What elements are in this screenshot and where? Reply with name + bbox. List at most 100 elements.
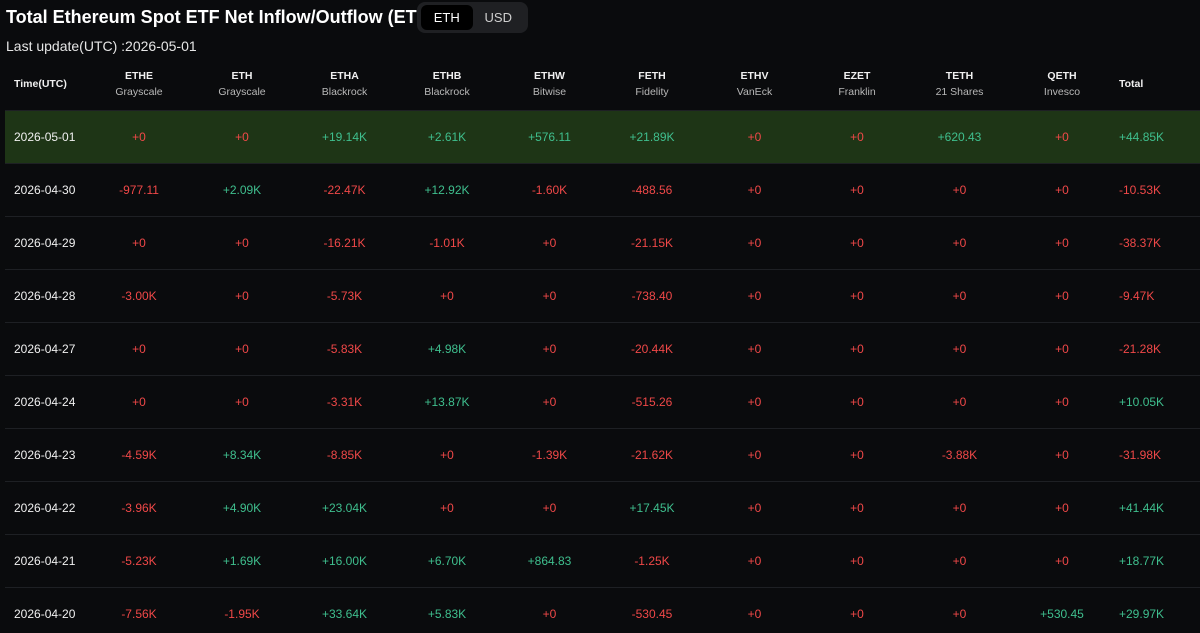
flow-value: +0 <box>542 288 557 303</box>
flow-value: -1.25K <box>634 553 670 568</box>
flow-value: +0 <box>747 394 762 409</box>
flow-value: +0 <box>1055 394 1069 409</box>
table-row[interactable]: 2026-04-30 -977.11 +2.09K -22.47K +12.92K -1.… <box>5 163 1200 216</box>
column-code: ETH <box>231 69 253 82</box>
row-total: +18.77K <box>1119 553 1165 568</box>
flow-value: +0 <box>952 606 967 621</box>
flow-value: +0 <box>235 341 249 356</box>
flow-value: +0 <box>235 288 249 303</box>
flow-value: -16.21K <box>323 235 366 250</box>
column-header-teth: TETH 21 Shares <box>908 58 1011 111</box>
page-header: Total Ethereum Spot ETF Net Inflow/Outfl… <box>0 0 1200 58</box>
table-row[interactable]: 2026-04-27 +0 +0 -5.83K +4.98K +0 -20.44K +0 +0 +… <box>5 322 1200 375</box>
last-update-text: Last update(UTC) :2026-05-01 <box>6 38 197 54</box>
row-date: 2026-04-21 <box>14 553 76 568</box>
toggle-eth-button[interactable]: ETH <box>421 5 473 30</box>
flow-value: +0 <box>952 235 967 250</box>
table-row[interactable]: 2026-04-28 -3.00K +0 -5.73K +0 +0 -738.40 +0 +0 +… <box>5 269 1200 322</box>
column-code: QETH <box>1047 69 1077 82</box>
flow-value: +530.45 <box>1040 606 1084 621</box>
column-code: ETHV <box>740 69 769 82</box>
row-total: +10.05K <box>1119 394 1165 409</box>
flow-value: +0 <box>1055 447 1069 462</box>
column-issuer: VanEck <box>736 85 773 98</box>
table-row[interactable]: 2026-04-29 +0 +0 -16.21K -1.01K +0 -21.15K +0 +0… <box>5 216 1200 269</box>
flow-value: +0 <box>747 288 762 303</box>
flow-value: +0 <box>1055 182 1069 197</box>
table-header-row: Time(UTC) ETHE Grayscale ETH Grayscale ETHA Bl… <box>5 58 1200 111</box>
flow-value: +0 <box>542 394 557 409</box>
flow-value: -738.40 <box>631 288 673 303</box>
flow-value: +33.64K <box>321 606 368 621</box>
flow-value: +0 <box>542 500 557 515</box>
column-code: ETHA <box>330 69 359 82</box>
flow-value: -3.88K <box>941 447 978 462</box>
flow-value: +0 <box>132 235 146 250</box>
flow-value: +0 <box>1055 553 1069 568</box>
page-title: Total Ethereum Spot ETF Net Inflow/Outfl… <box>6 7 436 27</box>
flow-value: +2.61K <box>427 129 467 144</box>
table-row[interactable]: 2026-04-22 -3.96K +4.90K +23.04K +0 +0 +17.45K… <box>5 481 1200 534</box>
toggle-usd-button[interactable]: USD <box>473 5 525 30</box>
flow-value: -3.00K <box>121 288 157 303</box>
flow-value: +0 <box>952 341 967 356</box>
flow-value: +576.11 <box>528 129 571 144</box>
row-date: 2026-04-29 <box>14 235 76 250</box>
column-header-ezet: EZET Franklin <box>806 58 908 111</box>
column-header-ethv: ETHV VanEck <box>703 58 806 111</box>
flow-value: -5.23K <box>121 553 157 568</box>
table-row[interactable]: 2026-04-20 -7.56K -1.95K +33.64K +5.83K +0 -53… <box>5 587 1200 633</box>
table-row[interactable]: 2026-04-21 -5.23K +1.69K +16.00K +6.70K +864.… <box>5 534 1200 587</box>
flow-value: +0 <box>850 129 864 144</box>
etf-flow-table-container[interactable]: Time(UTC) ETHE Grayscale ETH Grayscale ETHA Bl… <box>5 58 1200 633</box>
flow-value: +0 <box>747 182 762 197</box>
flow-value: -977.11 <box>119 182 159 197</box>
flow-value: +0 <box>1055 341 1069 356</box>
column-issuer: Blackrock <box>321 85 368 98</box>
column-header-ethe: ETHE Grayscale <box>87 58 191 111</box>
row-total: -38.37K <box>1119 235 1162 250</box>
column-header-total: Total <box>1113 58 1200 111</box>
flow-value: +0 <box>952 553 967 568</box>
table-row[interactable]: 2026-04-24 +0 +0 -3.31K +13.87K +0 -515.26 +0 +0… <box>5 375 1200 428</box>
flow-value: +0 <box>235 129 249 144</box>
flow-value: +0 <box>440 447 454 462</box>
flow-value: +0 <box>850 606 864 621</box>
row-date: 2026-04-24 <box>14 394 76 409</box>
column-issuer: Fidelity <box>635 85 669 98</box>
flow-value: +0 <box>850 341 864 356</box>
row-total: +44.85K <box>1119 129 1165 144</box>
flow-value: +0 <box>542 341 557 356</box>
column-header-qeth: QETH Invesco <box>1011 58 1113 111</box>
row-date: 2026-04-30 <box>14 182 76 197</box>
flow-value: +0 <box>850 394 864 409</box>
column-issuer: Franklin <box>838 85 876 98</box>
currency-toggle: ETH USD <box>417 2 528 33</box>
flow-value: +0 <box>850 235 864 250</box>
flow-value: -1.95K <box>224 606 260 621</box>
table-row[interactable]: 2026-04-23 -4.59K +8.34K -8.85K +0 -1.39K -21.… <box>5 428 1200 481</box>
column-code: ETHW <box>534 69 565 82</box>
table-body: 2026-05-01 +0 +0 +19.14K +2.61K +576.11 +21.89… <box>5 110 1200 633</box>
row-total: +29.97K <box>1119 606 1165 621</box>
flow-value: +0 <box>235 394 249 409</box>
flow-value: -1.39K <box>531 447 568 462</box>
flow-value: +0 <box>132 394 146 409</box>
flow-value: -7.56K <box>121 606 157 621</box>
column-code: Total <box>1119 77 1144 90</box>
column-code: ETHB <box>432 69 462 82</box>
row-date: 2026-04-20 <box>14 606 76 621</box>
flow-value: -1.60K <box>531 182 568 197</box>
flow-value: +17.45K <box>629 500 675 515</box>
row-total: -9.47K <box>1119 288 1155 303</box>
flow-value: +0 <box>542 235 557 250</box>
table-header: Time(UTC) ETHE Grayscale ETH Grayscale ETHA Bl… <box>5 58 1200 111</box>
flow-value: +23.04K <box>321 500 368 515</box>
column-header-feth: FETH Fidelity <box>601 58 703 111</box>
flow-value: +0 <box>440 288 454 303</box>
flow-value: -21.15K <box>630 235 674 250</box>
flow-value: +0 <box>747 447 762 462</box>
table-row[interactable]: 2026-05-01 +0 +0 +19.14K +2.61K +576.11 +21.89… <box>5 110 1200 163</box>
flow-value: +0 <box>440 500 454 515</box>
flow-value: +0 <box>952 394 967 409</box>
